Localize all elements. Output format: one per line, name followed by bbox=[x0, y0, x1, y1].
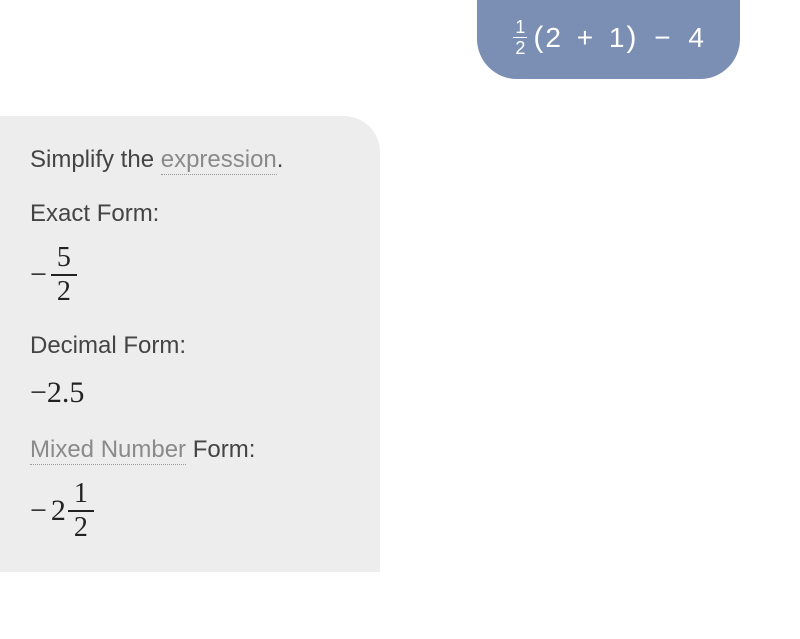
mixed-label-suffix: Form: bbox=[186, 436, 255, 463]
query-paren-close: ) bbox=[627, 21, 637, 55]
mixed-number-form-value: − 2 1 2 bbox=[30, 480, 352, 542]
query-term-b: 1 bbox=[609, 22, 625, 54]
query-term-a: 2 bbox=[545, 22, 561, 54]
query-fraction: 1 2 bbox=[513, 18, 527, 57]
mixed-minus: − bbox=[30, 494, 47, 528]
query-minus: − bbox=[647, 22, 679, 54]
mixed-number-form-label: Mixed Number Form: bbox=[30, 436, 352, 464]
exact-fraction: 5 2 bbox=[51, 244, 77, 306]
mixed-fraction-numerator: 1 bbox=[68, 480, 94, 512]
query-tail: 4 bbox=[688, 22, 704, 54]
mixed-whole: 2 bbox=[51, 494, 66, 528]
query-plus: + bbox=[569, 22, 601, 54]
intro-suffix: . bbox=[277, 146, 284, 173]
user-message-bubble: 1 2 ( 2 + 1 ) − 4 bbox=[477, 0, 740, 79]
exact-fraction-numerator: 5 bbox=[51, 244, 77, 276]
term-expression[interactable]: expression bbox=[161, 146, 277, 175]
exact-minus: − bbox=[30, 258, 47, 292]
exact-form-value: − 5 2 bbox=[30, 244, 352, 306]
intro-prefix: Simplify the bbox=[30, 146, 161, 173]
term-mixed-number[interactable]: Mixed Number bbox=[30, 436, 186, 465]
intro-line: Simplify the expression. bbox=[30, 146, 352, 174]
query-fraction-numerator: 1 bbox=[513, 18, 527, 38]
answer-bubble: Simplify the expression. Exact Form: − 5… bbox=[0, 116, 380, 572]
mixed-fraction: 1 2 bbox=[68, 480, 94, 542]
exact-form-label: Exact Form: bbox=[30, 200, 352, 228]
decimal-form-label: Decimal Form: bbox=[30, 332, 352, 360]
decimal-form-value: −2.5 bbox=[30, 376, 352, 410]
query-fraction-denominator: 2 bbox=[515, 38, 525, 57]
query-paren-open: ( bbox=[533, 21, 543, 55]
mixed-fraction-denominator: 2 bbox=[68, 512, 94, 542]
exact-fraction-denominator: 2 bbox=[51, 276, 77, 306]
